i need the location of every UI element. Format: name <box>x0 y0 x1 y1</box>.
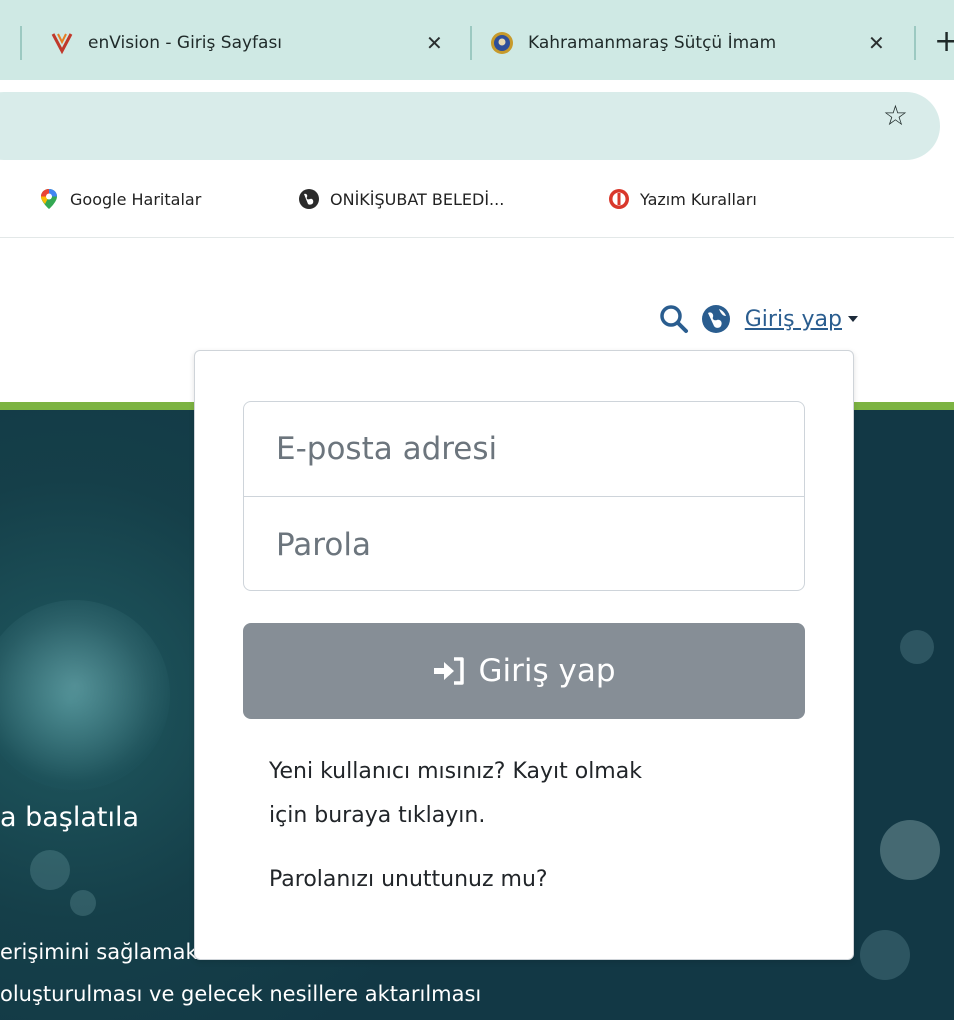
tab-title: Kahramanmaraş Sütçü İmam <box>528 33 777 53</box>
login-input-group <box>243 401 805 591</box>
bookmark-onikisubat[interactable]: ONİKİŞUBAT BELEDİ... <box>298 188 504 210</box>
globe-icon <box>298 188 320 210</box>
bookmark-label: ONİKİŞUBAT BELEDİ... <box>330 189 505 209</box>
university-seal-icon <box>490 31 514 55</box>
hero-bubble <box>900 630 934 664</box>
hero-bubble <box>0 600 170 790</box>
bookmark-yazim-kurallari[interactable]: Yazım Kuralları <box>608 188 757 210</box>
hero-bubble <box>70 890 96 916</box>
hero-heading: a başlatıla <box>0 802 140 833</box>
hero-bubble <box>30 850 70 890</box>
top-navigation: Giriş yap <box>659 304 858 334</box>
email-field[interactable] <box>244 402 804 497</box>
tab-separator <box>470 26 472 60</box>
bookmarks-bar: Google Haritalar ONİKİŞUBAT BELEDİ... Ya… <box>0 170 954 238</box>
hero-bubble <box>880 820 940 880</box>
login-dropdown-panel: Giriş yap Yeni kullanıcı mısınız? Kayıt … <box>194 350 854 960</box>
hero-text-line: erişimini sağlamak <box>0 940 198 964</box>
tab-close-icon[interactable]: ✕ <box>868 31 885 55</box>
search-icon[interactable] <box>659 304 689 334</box>
hero-bubble <box>860 930 910 980</box>
tdk-logo-icon <box>608 188 630 210</box>
caret-down-icon[interactable] <box>848 316 858 322</box>
address-bar-area: ☆ <box>0 80 954 170</box>
sign-in-icon <box>434 657 465 685</box>
bookmark-star-icon[interactable]: ☆ <box>883 102 908 130</box>
login-button-label: Giriş yap <box>478 653 616 689</box>
forgot-password-link[interactable]: Parolanızı unuttunuz mu? <box>269 859 548 901</box>
tab-close-icon[interactable]: ✕ <box>426 31 443 55</box>
tab-university[interactable]: Kahramanmaraş Sütçü İmam ✕ <box>490 14 910 72</box>
bookmark-label: Yazım Kuralları <box>640 189 757 209</box>
envision-logo-icon <box>50 31 74 55</box>
omnibox[interactable] <box>0 92 940 160</box>
login-submit-button[interactable]: Giriş yap <box>243 623 805 719</box>
bookmark-label: Google Haritalar <box>70 189 202 209</box>
hero-text-line: oluşturulması ve gelecek nesillere aktar… <box>0 982 482 1006</box>
bookmark-google-maps[interactable]: Google Haritalar <box>38 188 201 210</box>
register-link[interactable]: Yeni kullanıcı mısınız? Kayıt olmak <box>269 751 642 793</box>
login-dropdown-toggle[interactable]: Giriş yap <box>745 307 842 332</box>
browser-tab-strip: enVision - Giriş Sayfası ✕ Kahramanmaraş… <box>0 0 954 80</box>
tab-envision[interactable]: enVision - Giriş Sayfası ✕ <box>50 14 470 72</box>
tab-title: enVision - Giriş Sayfası <box>88 33 283 53</box>
register-link-continued[interactable]: için buraya tıklayın. <box>269 795 485 837</box>
map-pin-icon <box>38 188 60 210</box>
tab-separator <box>914 26 916 60</box>
new-tab-button[interactable]: + <box>934 24 954 59</box>
tab-separator <box>20 26 22 60</box>
language-globe-icon[interactable] <box>701 304 731 334</box>
password-field[interactable] <box>244 497 804 590</box>
